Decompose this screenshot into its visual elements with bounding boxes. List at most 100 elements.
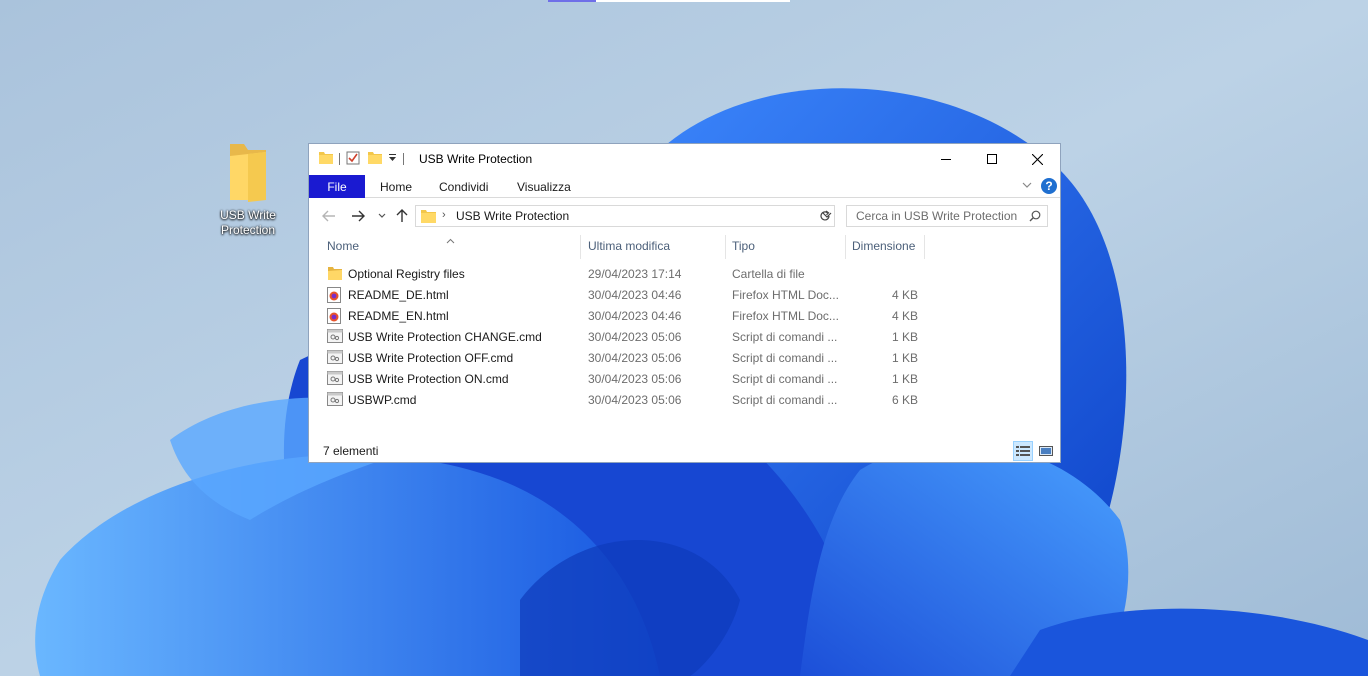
- refresh-button[interactable]: [815, 205, 835, 227]
- help-icon[interactable]: ?: [1041, 178, 1057, 194]
- file-name: USB Write Protection ON.cmd: [348, 372, 509, 386]
- new-folder-icon[interactable]: [368, 151, 382, 167]
- file-type: Script di comandi ...: [732, 372, 838, 386]
- recent-locations-button[interactable]: [376, 208, 388, 224]
- folder-icon: [230, 144, 266, 202]
- file-name: USB Write Protection OFF.cmd: [348, 351, 514, 365]
- column-divider[interactable]: [580, 235, 581, 259]
- file-type: Firefox HTML Doc...: [732, 309, 839, 323]
- cmd-script-icon: [327, 329, 343, 345]
- column-header: Nome Ultima modifica Tipo Dimensione: [309, 233, 1060, 259]
- file-modified: 29/04/2023 17:14: [588, 267, 682, 281]
- customize-toolbar-chevron-icon[interactable]: [388, 152, 397, 166]
- folder-icon: [319, 151, 333, 167]
- large-icons-view-button[interactable]: [1036, 441, 1056, 461]
- file-modified: 30/04/2023 05:06: [588, 393, 682, 407]
- cmd-script-icon: [327, 392, 343, 408]
- file-row[interactable]: USBWP.cmd 30/04/2023 05:06 Script di com…: [323, 390, 933, 411]
- properties-checkmark-icon[interactable]: [346, 151, 360, 168]
- title-bar[interactable]: USB Write Protection: [309, 144, 1060, 174]
- file-row[interactable]: USB Write Protection CHANGE.cmd 30/04/20…: [323, 327, 933, 348]
- folder-icon: [421, 210, 436, 223]
- desktop: USB Write Protection USB Write Protectio…: [0, 0, 1368, 676]
- file-modified: 30/04/2023 05:06: [588, 372, 682, 386]
- column-divider[interactable]: [845, 235, 846, 259]
- tab-home[interactable]: Home: [380, 180, 412, 194]
- details-view-button[interactable]: [1013, 441, 1033, 461]
- maximize-button[interactable]: [969, 144, 1015, 174]
- file-type: Cartella di file: [732, 267, 805, 281]
- tab-file[interactable]: File: [309, 175, 365, 198]
- breadcrumb-separator-icon: ›: [442, 209, 446, 221]
- tab-visualizza[interactable]: Visualizza: [517, 180, 571, 194]
- ribbon-tabs: File Home Condividi Visualizza ?: [309, 174, 1060, 198]
- column-modified[interactable]: Ultima modifica: [588, 239, 670, 253]
- desktop-folder-usb-write-protection[interactable]: USB Write Protection: [212, 140, 284, 238]
- close-icon: [1031, 153, 1043, 165]
- navigation-bar: › USB Write Protection Cerca in USB Writ…: [309, 199, 1060, 233]
- search-box[interactable]: Cerca in USB Write Protection: [846, 205, 1048, 227]
- file-size: 6 KB: [891, 393, 918, 407]
- firefox-html-icon: [327, 287, 343, 303]
- file-type: Script di comandi ...: [732, 351, 838, 365]
- sort-ascending-icon: [446, 233, 455, 247]
- forward-button[interactable]: [350, 208, 366, 224]
- file-row[interactable]: Optional Registry files 29/04/2023 17:14…: [323, 264, 933, 285]
- maximize-icon: [987, 154, 997, 164]
- folder-icon: [327, 266, 343, 282]
- file-type: Firefox HTML Doc...: [732, 288, 839, 302]
- window-title: USB Write Protection: [419, 152, 533, 166]
- minimize-icon: [941, 159, 951, 160]
- file-modified: 30/04/2023 04:46: [588, 309, 682, 323]
- file-modified: 30/04/2023 04:46: [588, 288, 682, 302]
- refresh-icon: [820, 210, 830, 221]
- file-name: USB Write Protection CHANGE.cmd: [348, 330, 542, 344]
- file-row[interactable]: README_DE.html 30/04/2023 04:46 Firefox …: [323, 285, 933, 306]
- chevron-down-icon: [378, 213, 386, 218]
- large-icons-view-icon: [1039, 446, 1053, 456]
- file-row[interactable]: USB Write Protection ON.cmd 30/04/2023 0…: [323, 369, 933, 390]
- file-row[interactable]: README_EN.html 30/04/2023 04:46 Firefox …: [323, 306, 933, 327]
- up-button[interactable]: [395, 208, 409, 224]
- explorer-window: USB Write Protection File Home Condividi…: [308, 143, 1061, 463]
- arrow-up-icon: [396, 209, 408, 222]
- back-button[interactable]: [321, 208, 337, 224]
- file-name: README_DE.html: [348, 288, 449, 302]
- file-size: 1 KB: [891, 372, 918, 386]
- arrow-left-icon: [322, 210, 335, 222]
- top-progress-strip: [548, 0, 790, 2]
- tab-condividi[interactable]: Condividi: [439, 180, 488, 194]
- column-name[interactable]: Nome: [327, 239, 359, 253]
- minimize-button[interactable]: [923, 144, 969, 174]
- address-path: USB Write Protection: [456, 209, 570, 223]
- search-placeholder: Cerca in USB Write Protection: [856, 209, 1018, 223]
- column-type[interactable]: Tipo: [732, 239, 755, 253]
- status-bar: 7 elementi: [309, 440, 1060, 462]
- file-row[interactable]: USB Write Protection OFF.cmd 30/04/2023 …: [323, 348, 933, 369]
- firefox-html-icon: [327, 308, 343, 324]
- file-modified: 30/04/2023 05:06: [588, 351, 682, 365]
- file-name: USBWP.cmd: [348, 393, 417, 407]
- file-name: README_EN.html: [348, 309, 449, 323]
- file-size: 4 KB: [891, 288, 918, 302]
- cmd-script-icon: [327, 371, 343, 387]
- file-type: Script di comandi ...: [732, 330, 838, 344]
- column-size[interactable]: Dimensione: [852, 239, 915, 253]
- column-divider[interactable]: [924, 235, 925, 259]
- desktop-icon-label: USB Write Protection: [220, 208, 276, 237]
- file-type: Script di comandi ...: [732, 393, 838, 407]
- file-name: Optional Registry files: [348, 267, 465, 281]
- file-size: 1 KB: [891, 330, 918, 344]
- cmd-script-icon: [327, 350, 343, 366]
- item-count: 7 elementi: [323, 444, 379, 458]
- file-size: 4 KB: [891, 309, 918, 323]
- address-bar[interactable]: › USB Write Protection: [415, 205, 835, 227]
- quick-access-toolbar: [319, 151, 410, 167]
- arrow-right-icon: [352, 210, 365, 222]
- search-icon[interactable]: [1029, 210, 1041, 225]
- expand-ribbon-chevron-icon[interactable]: [1022, 179, 1032, 193]
- close-button[interactable]: [1014, 144, 1060, 174]
- file-size: 1 KB: [891, 351, 918, 365]
- file-modified: 30/04/2023 05:06: [588, 330, 682, 344]
- column-divider[interactable]: [725, 235, 726, 259]
